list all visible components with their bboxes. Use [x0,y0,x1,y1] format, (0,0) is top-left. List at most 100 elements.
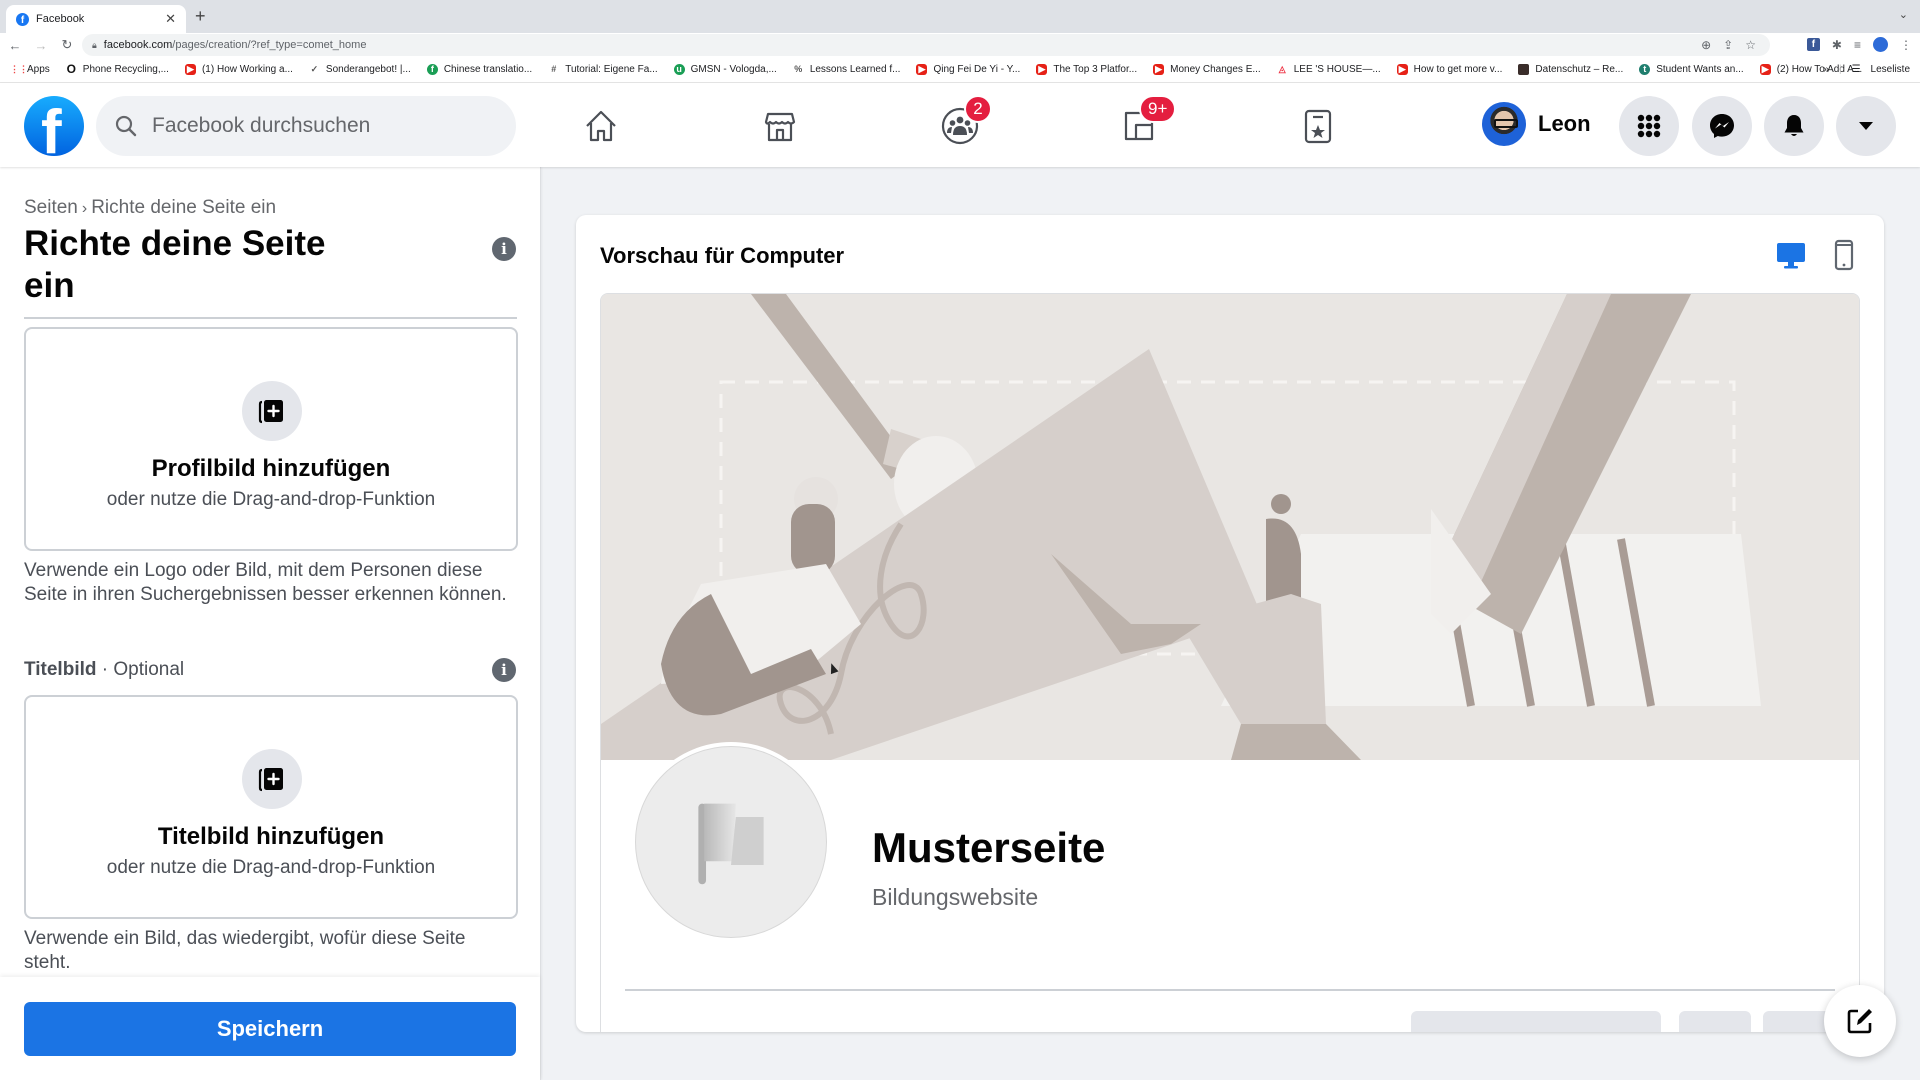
bookmark-item[interactable]: ◬ LEE 'S HOUSE—... [1277,64,1381,75]
desktop-preview-card: Vorschau für Computer Musterseite Bildun… [576,215,1884,1032]
breadcrumb-separator: › [81,200,88,217]
lock-icon: 🔒︎ [92,39,97,50]
notifications-button[interactable] [1764,96,1824,156]
cover-section-label: Titelbild · Optional [24,659,184,681]
bookmark-label: How to get more v... [1413,64,1503,75]
bookmark-item[interactable]: ▶ Money Changes E... [1153,64,1261,75]
nav-pages[interactable] [1290,101,1346,151]
facebook-logo[interactable]: f [24,96,84,156]
bookmark-item[interactable]: ▶ How to get more v... [1396,64,1503,75]
bookmark-label: The Top 3 Platfor... [1053,64,1138,75]
back-button[interactable]: ← [4,38,26,53]
groups-notification-badge: 2 [964,95,992,123]
more-bookmarks-button[interactable]: » [1823,64,1829,75]
messenger-button[interactable] [1692,96,1752,156]
cover-photo-dropzone[interactable]: Titelbild hinzufügen oder nutze die Drag… [24,695,518,919]
zoom-icon[interactable]: ⊕ [1701,38,1711,52]
facebook-header: f 2 9+ Leon [0,83,1920,167]
bookmark-item[interactable]: t Student Wants an... [1639,64,1744,75]
youtube-icon: ▶ [1396,64,1408,75]
cover-info-icon[interactable]: i [492,658,516,682]
site-thumbnail-icon [1518,64,1530,75]
extensions-puzzle-icon[interactable]: ✱ [1832,38,1842,52]
profile-button[interactable]: Leon [1482,102,1591,146]
reading-list-button[interactable]: Leseliste [1871,64,1910,75]
compose-icon [1847,1009,1872,1034]
fiverr-icon: f [426,64,438,75]
nav-marketplace[interactable] [752,101,808,151]
info-icon[interactable]: i [492,237,516,261]
t-circle-icon: t [1639,64,1651,75]
desktop-preview-toggle[interactable] [1774,237,1808,273]
browser-profile-avatar[interactable] [1873,37,1888,52]
bookmark-item[interactable]: Datenschutz – Re... [1518,64,1623,75]
page-setup-panel: Seiten › Richte deine Seite ein Richte dei… [0,167,541,1080]
reload-button[interactable]: ↻ [56,37,78,53]
facebook-extension-icon[interactable]: f [1806,38,1820,51]
preview-title: Vorschau für Computer [600,243,845,268]
bookmark-label: GMSN - Vologda,... [690,64,777,75]
bookmark-star-icon[interactable]: ☆ [1745,38,1756,52]
flag-icon [698,803,764,885]
forward-button[interactable]: → [30,38,52,53]
new-tab-button[interactable]: + [195,6,206,27]
account-menu-button[interactable] [1836,96,1896,156]
media-control-icon[interactable]: ≡ [1854,38,1861,52]
browser-tabstrip: f Facebook ✕ + ⌄ [0,0,1920,33]
mobile-phone-icon [1834,239,1854,271]
bookmark-item[interactable]: u GMSN - Vologda,... [673,64,777,75]
bookmark-item[interactable]: ▶ (1) How Working a... [184,64,293,75]
save-button[interactable]: Speichern [24,1002,516,1056]
bookmark-item[interactable]: % Lessons Learned f... [793,64,900,75]
profile-picture-dropzone[interactable]: Profilbild hinzufügen oder nutze die Dra… [24,327,518,551]
bookmark-label: Chinese translatio... [443,64,533,75]
check-badge-icon: ✓ [310,64,319,74]
bookmark-item[interactable]: f Chinese translatio... [426,64,533,75]
bell-icon [1784,115,1804,136]
add-cover-photo-icon [242,749,302,809]
search-input[interactable] [152,114,482,138]
tab-search-chevron-icon[interactable]: ⌄ [1899,8,1908,21]
browser-tab[interactable]: f Facebook ✕ [6,5,186,33]
divider [24,317,517,319]
close-tab-icon[interactable]: ✕ [165,11,176,27]
nav-gaming[interactable]: 9+ [1111,95,1177,151]
bookmark-item[interactable]: O Phone Recycling,... [66,63,169,75]
nav-home[interactable] [573,101,629,151]
youtube-icon: ▶ [1153,64,1165,75]
upwork-icon: u [673,64,685,75]
bookmark-label: LEE 'S HOUSE—... [1293,64,1381,75]
bookmark-item[interactable]: ▶ Qing Fei De Yi - Y... [916,64,1020,75]
cover-upload-title: Titelbild hinzufügen [157,823,385,850]
bookmark-item[interactable]: ✓ Sonderangebot! |... [309,64,411,75]
share-icon[interactable]: ⇪ [1723,38,1733,52]
desktop-icon [1777,243,1805,269]
breadcrumb-pages-link[interactable]: Seiten [24,197,78,218]
optional-label: · Optional [96,659,185,680]
cover-label: Titelbild [24,659,97,680]
extension-icons: f ✱ ≡ ⋮ [1806,37,1912,52]
bookmarks-right: » | ☰ Leseliste [1823,64,1910,75]
tab-title: Facebook [36,13,85,25]
youtube-icon: ▶ [1759,64,1771,75]
user-avatar [1482,102,1526,146]
facebook-favicon-icon: f [16,12,29,26]
bookmark-item[interactable]: # Tutorial: Eigene Fa... [548,64,657,75]
mobile-preview-toggle[interactable] [1827,237,1861,273]
omnibox-actions: ⊕ ⇪ ☆ [1701,38,1756,52]
menu-button[interactable] [1619,96,1679,156]
bookmark-item[interactable]: ⋮⋮ Apps [10,64,50,75]
action-button-placeholder [1679,1011,1751,1032]
url-domain: facebook.com [103,39,173,51]
new-message-button[interactable] [1824,985,1896,1057]
youtube-icon: ▶ [1036,64,1048,75]
bookmark-label: Sonderangebot! |... [325,64,411,75]
nav-groups[interactable]: 2 [932,95,992,151]
cover-upload-subtitle: oder nutze die Drag-and-drop-Funktion [106,857,436,878]
search-box[interactable] [96,96,516,156]
bookmark-item[interactable]: ▶ The Top 3 Platfor... [1036,64,1137,75]
bookmark-label: Datenschutz – Re... [1535,64,1624,75]
menu-grid-icon [1637,114,1661,138]
url-input[interactable]: 🔒︎ facebook.com/pages/creation/?ref_type… [82,34,1770,56]
browser-menu-icon[interactable]: ⋮ [1900,38,1912,52]
